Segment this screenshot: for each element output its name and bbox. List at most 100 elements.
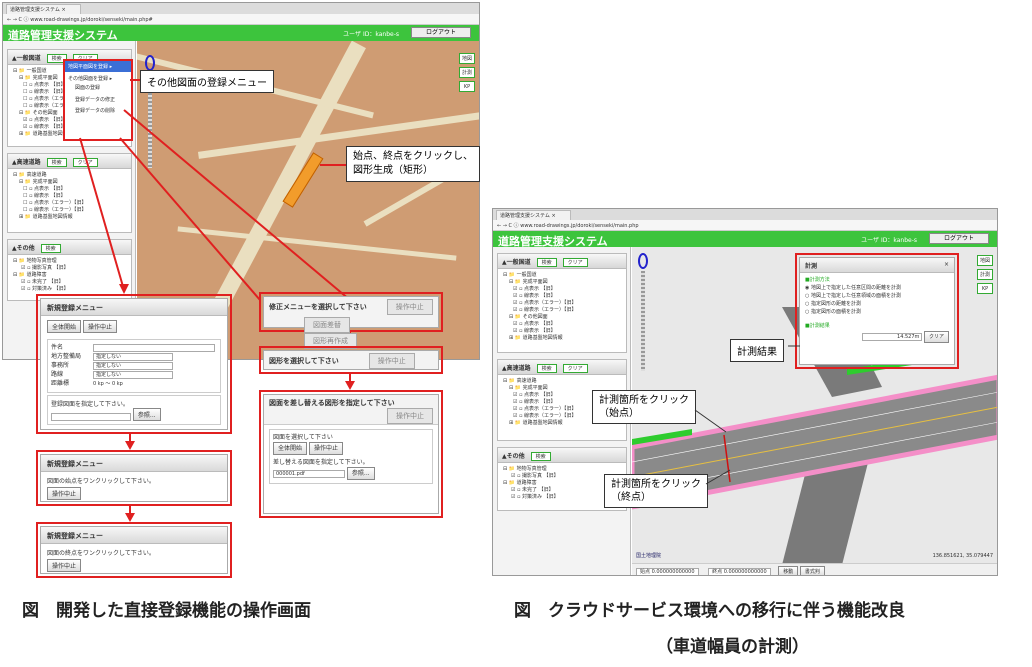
kp-range[interactable]: 0 kp 〜 0 kp: [93, 381, 123, 387]
browser-tab[interactable]: 道路管理支援システム ×: [496, 210, 571, 220]
tree-item[interactable]: ☑ ▫ 対策済み 【旧】: [13, 286, 126, 293]
panel-other-header[interactable]: ▲その他 検索: [8, 240, 131, 255]
clear-button[interactable]: クリア: [923, 331, 949, 343]
tree-item[interactable]: ☑ ▫ 点表示 【旧】: [503, 321, 621, 328]
click-end-dialog: 新規登録メニュー 図面の終点をワンクリックして下さい。 操作中止: [40, 526, 228, 574]
tree-item[interactable]: ⊟ 📁 その他図面: [503, 314, 621, 321]
tree-item[interactable]: ⊟ 📁 道路障害: [13, 272, 126, 279]
tree-item[interactable]: ☐ ▫ 点表示（エラー）【旧】: [13, 200, 126, 207]
search-button[interactable]: 検索: [530, 452, 551, 461]
tree-item[interactable]: ☑ ▫ 点表示 【旧】: [503, 286, 621, 293]
cancel-button[interactable]: 操作中止: [47, 487, 82, 500]
panel-highway-header[interactable]: ▲高速道路 検索 クリア: [498, 360, 626, 375]
tree-item[interactable]: ⊟ 📁 完成平面図: [13, 179, 126, 186]
cancel-button[interactable]: 操作中止: [386, 299, 433, 315]
tree-item[interactable]: ☑ ▫ 未完了 【旧】: [13, 279, 126, 286]
tree-item[interactable]: ☑ ▫ 線表示 【旧】: [503, 328, 621, 335]
cancel-button[interactable]: 操作中止: [368, 353, 415, 369]
tree-item[interactable]: ☐ ▫ 点表示 【旧】: [13, 186, 126, 193]
map-tool-button[interactable]: 計測: [459, 67, 475, 78]
context-menu-item[interactable]: 登録データの削除: [65, 105, 131, 116]
start-coord-field[interactable]: 始点 0.000000000000: [636, 568, 699, 575]
cancel-button[interactable]: 操作中止: [47, 559, 82, 572]
tree-item[interactable]: ⊟ 📁 一般国道: [503, 272, 621, 279]
search-button[interactable]: 検索: [536, 364, 557, 373]
route-select[interactable]: 指定しない: [93, 370, 173, 379]
browse-button[interactable]: 参照...: [132, 408, 161, 421]
logout-button[interactable]: ログアウト: [411, 27, 471, 38]
radio-option[interactable]: ○ 地図上で指定した任意領域の面積を計測: [805, 292, 949, 300]
pan-control-icon[interactable]: [638, 253, 648, 269]
new-registration-dialog: 新規登録メニュー 全体開始 操作中止 件名 地方整備局 指定しない 事務所 指定しな…: [40, 298, 228, 430]
start-button[interactable]: 全体開始: [47, 320, 82, 333]
cancel-button[interactable]: 操作中止: [387, 408, 433, 424]
radio-option[interactable]: ○ 指定図形の距離を計測: [805, 300, 949, 308]
search-button[interactable]: 検索: [40, 244, 61, 253]
map-tool-button[interactable]: KP: [459, 81, 475, 92]
browse-button[interactable]: 参照...: [346, 467, 375, 480]
url-text: www.road-drawings.jp/doroki/senseki/main…: [520, 223, 639, 229]
map-tool-button[interactable]: KP: [977, 283, 993, 294]
tree-item[interactable]: ⊟ 📁 高速道路: [13, 172, 126, 179]
pan-control-icon[interactable]: [145, 55, 155, 71]
context-menu-item[interactable]: 地図平面図を登録 ▸: [65, 61, 131, 72]
replace-drawing-button[interactable]: 図面差替: [304, 317, 350, 333]
panel-title: ▲高速道路: [502, 365, 531, 372]
panel-title: ▲その他: [12, 245, 35, 252]
start-button[interactable]: 全体開始: [273, 442, 308, 455]
move-button[interactable]: 移動: [778, 566, 799, 575]
browser-tab[interactable]: 道路管理支援システム ×: [6, 4, 81, 14]
stop-button[interactable]: 操作中止: [308, 442, 343, 455]
radio-option[interactable]: ◉ 地図上で指定した任意区間の距離を計測: [805, 284, 949, 292]
map-tool-button[interactable]: 地図: [977, 255, 993, 266]
address-bar[interactable]: ← → C ⓘ www.road-drawings.jp/doroki/sens…: [493, 220, 997, 231]
select-shape-dialog: 図形を選択して下さい 操作中止: [263, 350, 439, 370]
field-label: 地方整備局: [51, 353, 82, 360]
cancel-button[interactable]: 操作中止: [82, 320, 117, 333]
tree-item[interactable]: ☑ ▫ 線表示 【旧】: [503, 293, 621, 300]
callout-menu: その他図面の登録メニュー: [140, 70, 274, 93]
tree-item[interactable]: ☐ ▫ 線表示（エラー）【旧】: [13, 207, 126, 214]
tree-item[interactable]: ⊟ 📁 高速道路: [503, 378, 621, 385]
zoom-slider[interactable]: [641, 271, 645, 371]
format-button[interactable]: 書式判: [799, 566, 825, 575]
map-tool-button[interactable]: 計測: [977, 269, 993, 280]
tree-item[interactable]: ☑ ▫ 点表示（エラー）【旧】: [503, 300, 621, 307]
file-input[interactable]: [51, 413, 131, 421]
tree-item[interactable]: ☑ ▫ 撮影写真 【旧】: [13, 265, 126, 272]
panel-title: ▲一般国道: [502, 259, 531, 266]
tree-highway: ⊟ 📁 高速道路 ⊟ 📁 完成平面図 ☐ ▫ 点表示 【旧】 ☐ ▫ 線表示 【…: [8, 169, 131, 224]
file-input[interactable]: 000001.pdf: [273, 469, 345, 478]
zoom-control[interactable]: [638, 253, 648, 373]
search-button[interactable]: 検索: [46, 158, 67, 167]
context-menu-item[interactable]: 図面の登録: [65, 83, 131, 94]
tree-item[interactable]: ⊞ 📁 道路基盤地図情報: [503, 335, 621, 342]
subject-input[interactable]: [93, 343, 215, 352]
address-bar[interactable]: ← → C ⓘ www.road-drawings.jp/doroki/sens…: [3, 14, 479, 25]
map-tools: 地図 計測 KP: [459, 53, 475, 95]
search-button[interactable]: 検索: [536, 258, 557, 267]
context-menu-item[interactable]: 登録データの修正: [65, 94, 131, 105]
logout-button[interactable]: ログアウト: [929, 233, 989, 244]
tree-item[interactable]: ⊟ 📁 完成平面図: [503, 279, 621, 286]
panel-highway-header[interactable]: ▲高速道路 検索 クリア: [8, 154, 131, 169]
tree-item[interactable]: ☑ ▫ 線表示（エラー）【旧】: [503, 307, 621, 314]
clear-button[interactable]: クリア: [562, 258, 588, 267]
tree-item[interactable]: ⊟ 📁 地物写真管理: [13, 258, 126, 265]
context-menu-item[interactable]: その他図面を登録 ▸: [65, 72, 131, 83]
radio-option[interactable]: ○ 指定図形の面積を計測: [805, 308, 949, 316]
panel-general-header[interactable]: ▲一般国道 検索 クリア: [498, 254, 626, 269]
instruction-text: 図面の始点をワンクリックして下さい。: [47, 478, 155, 485]
close-icon[interactable]: ×: [944, 261, 949, 268]
bureau-select[interactable]: 指定しない: [93, 352, 173, 361]
map-tool-button[interactable]: 地図: [459, 53, 475, 64]
tree-item[interactable]: ⊟ 📁 地物写真管理: [503, 466, 621, 473]
panel-other-header[interactable]: ▲その他 検索: [498, 448, 626, 463]
office-select[interactable]: 指定しない: [93, 361, 173, 370]
tree-item[interactable]: ☐ ▫ 線表示 【旧】: [13, 193, 126, 200]
app-header: 道路管理支援システム ユーザ ID：kanbe-s ログアウト: [3, 25, 479, 42]
tree-item[interactable]: ⊞ 📁 道路基盤地図情報: [13, 214, 126, 221]
end-coord-field[interactable]: 終点 0.000000000000: [708, 568, 771, 575]
clear-button[interactable]: クリア: [562, 364, 588, 373]
clear-button[interactable]: クリア: [72, 158, 98, 167]
